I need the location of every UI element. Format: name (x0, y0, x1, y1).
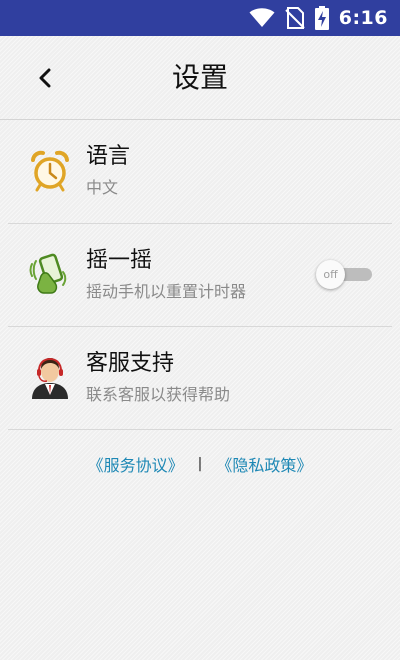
toggle-thumb: off (316, 260, 345, 289)
alarm-clock-icon (28, 149, 72, 193)
customer-service-icon (28, 355, 72, 399)
status-icons: 6:16 (249, 0, 388, 36)
row-subtitle: 联系客服以获得帮助 (86, 385, 231, 404)
row-divider (8, 429, 392, 430)
settings-row-support[interactable]: 客服支持 联系客服以获得帮助 (0, 327, 400, 430)
row-title: 语言 (86, 144, 131, 169)
footer-links: 《服务协议》 | 《隐私政策》 (0, 452, 400, 476)
terms-of-service-link[interactable]: 《服务协议》 (88, 452, 184, 476)
status-time: 6:16 (338, 7, 388, 29)
page-title: 设置 (171, 61, 228, 94)
privacy-policy-link[interactable]: 《隐私政策》 (216, 452, 312, 476)
row-subtitle: 中文 (86, 178, 119, 197)
toggle-state-label: off (323, 268, 338, 281)
shake-phone-icon (28, 252, 72, 296)
header: 设置 (0, 36, 400, 120)
no-sim-icon (285, 7, 305, 29)
wifi-icon (249, 8, 275, 28)
shake-toggle[interactable]: off (316, 260, 376, 290)
battery-charging-icon (314, 6, 329, 30)
row-title: 客服支持 (86, 351, 175, 376)
link-separator: | (197, 456, 203, 472)
row-subtitle: 摇动手机以重置计时器 (86, 282, 247, 301)
row-title: 摇一摇 (86, 248, 153, 273)
settings-row-language[interactable]: 语言 中文 (0, 120, 400, 223)
status-bar: 6:16 (0, 0, 400, 36)
